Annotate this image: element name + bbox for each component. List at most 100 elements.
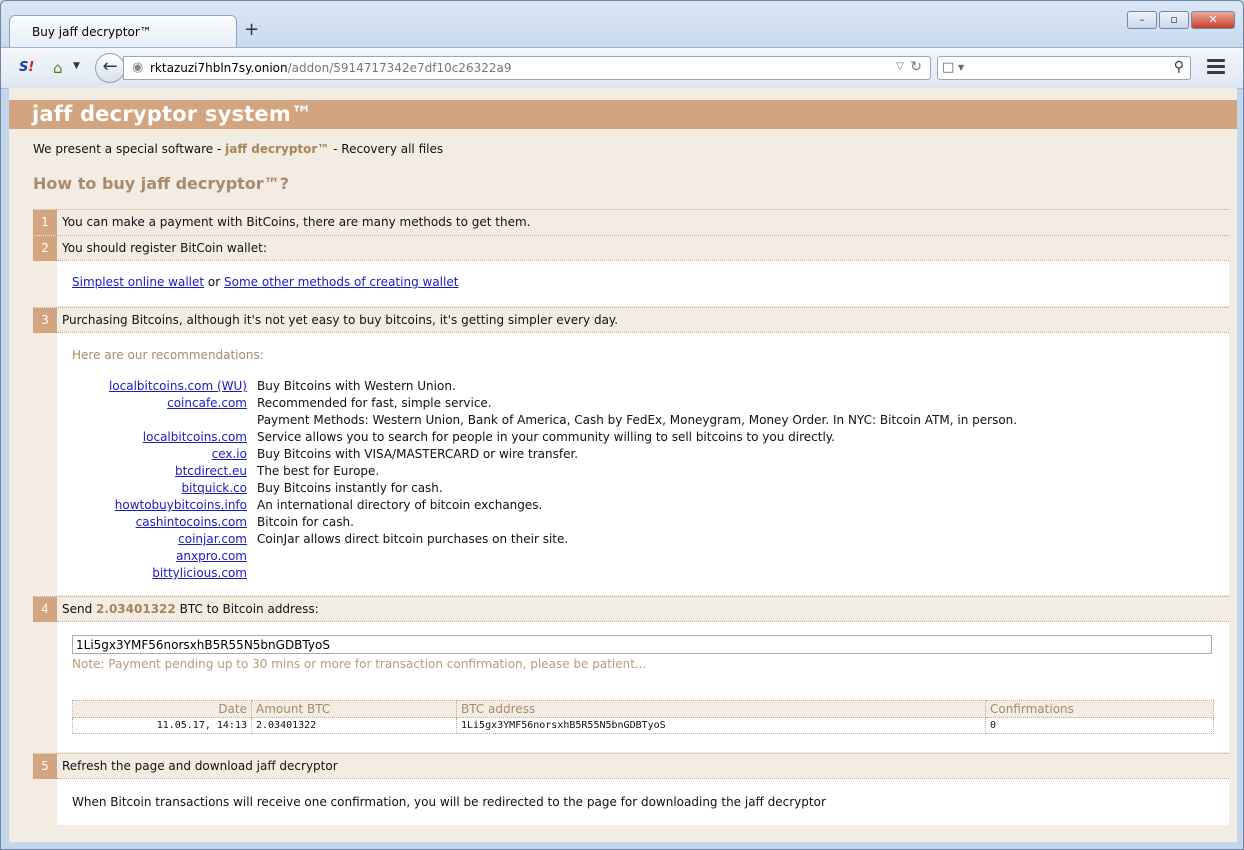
- list-item: cex.io Buy Bitcoins with VISA/MASTERCARD …: [57, 447, 1207, 464]
- recommendation-link[interactable]: coinjar.com: [178, 532, 247, 546]
- btc-address-field[interactable]: 1Li5gx3YMF56norsxhB5R55N5bnGDBTyoS: [72, 635, 1212, 654]
- recommendation-link[interactable]: localbitcoins.com: [143, 430, 247, 444]
- recommendation-link[interactable]: anxpro.com: [176, 549, 247, 563]
- recommendation-description: An international directory of bitcoin ex…: [257, 498, 543, 512]
- transactions-table: Date Amount BTC BTC address Confirmation…: [72, 700, 1214, 734]
- simplest-wallet-link[interactable]: Simplest online wallet: [72, 275, 204, 289]
- new-tab-button[interactable]: +: [244, 21, 259, 39]
- step-number: 3: [33, 308, 57, 333]
- list-item: howtobuybitcoins.info An international di…: [57, 498, 1207, 515]
- search-icon[interactable]: ⚲: [1174, 59, 1184, 75]
- history-dropdown-icon[interactable]: ▽: [896, 61, 904, 72]
- column-header-date: Date: [72, 700, 252, 718]
- intro-suffix: - Recovery all files: [329, 142, 444, 156]
- tx-date: 11.05.17, 14:13: [72, 717, 252, 734]
- recommendation-link[interactable]: howtobuybitcoins.info: [115, 498, 247, 512]
- recommendation-link[interactable]: cex.io: [212, 447, 247, 461]
- intro-prefix: We present a special software -: [33, 142, 226, 156]
- step-text: Send 2.03401322 BTC to Bitcoin address:: [62, 602, 319, 616]
- home-icon[interactable]: ⌂: [53, 59, 63, 77]
- reload-icon[interactable]: ↻: [910, 59, 922, 75]
- page-title: jaff decryptor system™: [32, 102, 313, 126]
- url-text: rktazuzi7hbln7sy.onion/addon/5914717342e…: [150, 61, 511, 75]
- recommendation-description: Buy Bitcoins instantly for cash.: [257, 481, 443, 495]
- list-item: Payment Methods: Western Union, Bank of …: [57, 413, 1207, 430]
- other-wallet-methods-link[interactable]: Some other methods of creating wallet: [224, 275, 458, 289]
- step-4: 4 Send 2.03401322 BTC to Bitcoin address…: [33, 596, 1229, 622]
- hamburger-menu-icon[interactable]: [1207, 59, 1225, 77]
- url-path: /addon/5914717342e7df10c26322a9: [287, 61, 512, 75]
- list-item: coinjar.com CoinJar allows direct bitcoin…: [57, 532, 1207, 549]
- addon-icon[interactable]: S!: [19, 60, 34, 75]
- recommendation-link[interactable]: bittylicious.com: [152, 566, 247, 580]
- minimize-button[interactable]: –: [1127, 11, 1157, 29]
- step-3: 3 Purchasing Bitcoins, although it's not…: [33, 307, 1229, 333]
- recommendation-description: The best for Europe.: [257, 464, 380, 478]
- recommendation-link[interactable]: localbitcoins.com (WU): [109, 379, 247, 393]
- list-item: bittylicious.com: [57, 566, 1207, 583]
- btc-address-value: 1Li5gx3YMF56norsxhB5R55N5bnGDBTyoS: [76, 638, 330, 652]
- address-bar[interactable]: ◉ rktazuzi7hbln7sy.onion/addon/591471734…: [123, 56, 931, 80]
- browser-tab[interactable]: Buy jaff decryptor™: [9, 15, 237, 47]
- tx-address: 1Li5gx3YMF56norsxhB5R55N5bnGDBTyoS: [456, 717, 986, 734]
- column-header-confirmations: Confirmations: [985, 700, 1214, 718]
- recommendation-link[interactable]: cashintocoins.com: [136, 515, 247, 529]
- browser-window: Buy jaff decryptor™ + – ▫ ✕ S! ⌂ ▼ ← ◉ r…: [0, 0, 1244, 850]
- payment-panel: 1Li5gx3YMF56norsxhB5R55N5bnGDBTyoS Note:…: [57, 621, 1229, 752]
- step-text: Refresh the page and download jaff decry…: [62, 759, 338, 773]
- list-item: localbitcoins.com Service allows you to s…: [57, 430, 1207, 447]
- url-host: rktazuzi7hbln7sy.onion: [150, 61, 288, 75]
- wallet-panel: Simplest online wallet or Some other met…: [57, 260, 1229, 306]
- recommendation-link[interactable]: bitquick.co: [181, 481, 247, 495]
- list-item: anxpro.com: [57, 549, 1207, 566]
- send-suffix: BTC to Bitcoin address:: [175, 602, 319, 616]
- recommendation-description: CoinJar allows direct bitcoin purchases …: [257, 532, 569, 546]
- chevron-down-icon[interactable]: ▼: [73, 61, 80, 71]
- recommendation-description: Service allows you to search for people …: [257, 430, 835, 444]
- recommendations-panel: Here are our recommendations: localbitco…: [57, 332, 1229, 595]
- btc-amount: 2.03401322: [96, 602, 176, 616]
- maximize-button[interactable]: ▫: [1159, 11, 1189, 29]
- tx-amount: 2.03401322: [251, 717, 457, 734]
- step-number: 1: [33, 210, 57, 235]
- wallet-links: Simplest online wallet or Some other met…: [72, 275, 458, 289]
- window-controls: – ▫ ✕: [1125, 11, 1235, 29]
- page-icon[interactable]: □: [942, 60, 954, 75]
- search-bar[interactable]: □ ▼ ⚲: [937, 56, 1191, 80]
- step-number: 4: [33, 597, 57, 622]
- step-text: You should register BitCoin wallet:: [62, 241, 267, 255]
- globe-icon: ◉: [132, 60, 144, 75]
- list-item: bitquick.co Buy Bitcoins instantly for ca…: [57, 481, 1207, 498]
- navigation-toolbar: S! ⌂ ▼ ← ◉ rktazuzi7hbln7sy.onion/addon/…: [1, 47, 1243, 89]
- chevron-down-icon[interactable]: ▼: [958, 63, 964, 72]
- list-item: coincafe.com Recommended for fast, simple…: [57, 396, 1207, 413]
- step-number: 5: [33, 754, 57, 779]
- wallet-or-text: or: [204, 275, 224, 289]
- back-button[interactable]: ←: [95, 53, 125, 83]
- table-row: 11.05.17, 14:13 2.03401322 1Li5gx3YMF56n…: [72, 717, 1214, 734]
- final-instructions: When Bitcoin transactions will receive o…: [72, 795, 826, 809]
- recommendations-title: Here are our recommendations:: [72, 348, 264, 362]
- step-number: 2: [33, 236, 57, 261]
- tab-title: Buy jaff decryptor™: [32, 25, 152, 39]
- table-header-row: Date Amount BTC BTC address Confirmation…: [72, 700, 1214, 718]
- list-item: localbitcoins.com (WU) Buy Bitcoins with …: [57, 379, 1207, 396]
- recommendation-description: Payment Methods: Western Union, Bank of …: [257, 413, 1018, 427]
- list-item: btcdirect.eu The best for Europe.: [57, 464, 1207, 481]
- payment-note: Note: Payment pending up to 30 mins or m…: [72, 657, 647, 671]
- recommendation-description: Recommended for fast, simple service.: [257, 396, 492, 410]
- page-banner: jaff decryptor system™: [9, 100, 1237, 129]
- howto-heading: How to buy jaff decryptor™?: [33, 174, 289, 193]
- recommendation-description: Bitcoin for cash.: [257, 515, 354, 529]
- step-text: Purchasing Bitcoins, although it's not y…: [62, 313, 619, 327]
- list-item: cashintocoins.com Bitcoin for cash.: [57, 515, 1207, 532]
- recommendation-link[interactable]: btcdirect.eu: [175, 464, 247, 478]
- close-button[interactable]: ✕: [1191, 11, 1235, 29]
- recommendation-link[interactable]: coincafe.com: [167, 396, 247, 410]
- recommendation-description: Buy Bitcoins with VISA/MASTERCARD or wir…: [257, 447, 579, 461]
- page-viewport: jaff decryptor system™ We present a spec…: [9, 88, 1237, 842]
- column-header-address: BTC address: [456, 700, 986, 718]
- step-1: 1 You can make a payment with BitCoins, …: [33, 209, 1229, 235]
- step-2: 2 You should register BitCoin wallet:: [33, 235, 1229, 261]
- step-text: You can make a payment with BitCoins, th…: [62, 215, 531, 229]
